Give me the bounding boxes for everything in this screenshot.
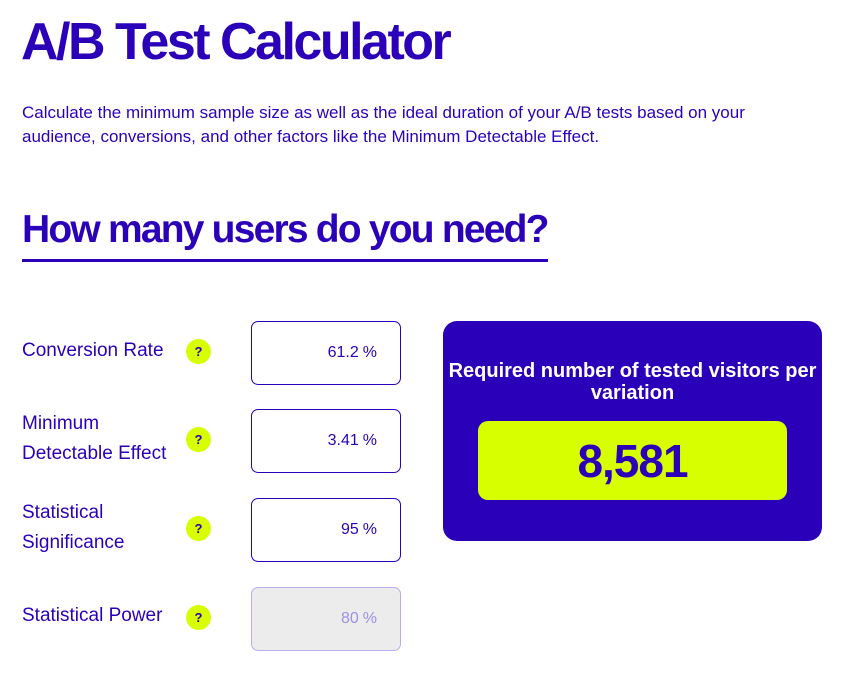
result-card: Required number of tested visitors per v… xyxy=(443,321,822,541)
page-title: A/B Test Calculator xyxy=(21,13,452,71)
conversion-rate-unit: % xyxy=(362,344,377,361)
result-value-box: 8,581 xyxy=(478,421,787,500)
minimum-detectable-effect-value: 3.41 xyxy=(327,432,359,449)
statistical-significance-input[interactable]: 95 % xyxy=(251,498,401,562)
page-description: Calculate the minimum sample size as wel… xyxy=(22,103,745,146)
conversion-rate-help-icon[interactable]: ? xyxy=(186,339,211,364)
minimum-detectable-effect-label: Minimum Detectable Effect xyxy=(22,413,167,464)
result-value: 8,581 xyxy=(577,434,688,487)
statistical-power-label: Statistical Power xyxy=(22,605,163,626)
conversion-rate-label: Conversion Rate xyxy=(22,340,164,361)
statistical-significance-value: 95 xyxy=(340,521,359,538)
statistical-power-value: 80 xyxy=(340,610,359,627)
statistical-power-unit: % xyxy=(362,610,377,627)
minimum-detectable-effect-input[interactable]: 3.41 % xyxy=(251,409,401,473)
conversion-rate-value: 61.2 xyxy=(327,344,359,361)
minimum-detectable-effect-unit: % xyxy=(362,432,377,449)
statistical-significance-help-icon[interactable]: ? xyxy=(186,516,211,541)
conversion-rate-input[interactable]: 61.2 % xyxy=(251,321,401,385)
statistical-power-help-icon[interactable]: ? xyxy=(186,605,211,630)
minimum-detectable-effect-help-icon[interactable]: ? xyxy=(186,427,211,452)
statistical-power-input: 80 % xyxy=(251,587,401,651)
section-title: How many users do you need? xyxy=(22,204,549,262)
statistical-significance-unit: % xyxy=(362,521,377,538)
statistical-significance-label: Statistical Significance xyxy=(22,502,125,553)
result-label: Required number of tested visitors per v… xyxy=(448,360,817,404)
